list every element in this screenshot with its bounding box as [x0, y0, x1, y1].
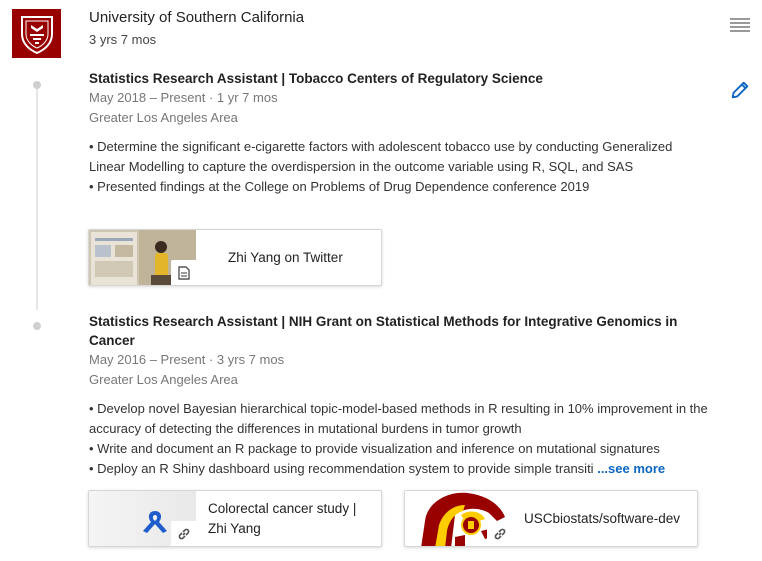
media-thumbnail	[405, 491, 512, 546]
edit-pencil-icon[interactable]	[729, 79, 751, 101]
media-attachment[interactable]: Zhi Yang on Twitter	[88, 229, 382, 286]
media-label: USCbiostats/software-dev	[524, 510, 681, 526]
media-label: Colorectal cancer study | Zhi Yang	[208, 500, 357, 536]
role-location: Greater Los Angeles Area	[89, 372, 238, 387]
media-attachment[interactable]: USCbiostats/software-dev	[404, 490, 698, 547]
description-line-truncated: • Deploy an R Shiny dashboard using reco…	[89, 459, 709, 479]
link-icon	[171, 521, 196, 546]
description-line: • Determine the significant e-cigarette …	[89, 139, 673, 174]
description-line: • Presented findings at the College on P…	[89, 179, 590, 194]
document-icon	[171, 260, 196, 285]
usc-seal-icon	[20, 15, 53, 54]
timeline-dot	[33, 322, 41, 330]
role-dates: May 2018 – Present · 1 yr 7 mos	[89, 90, 278, 105]
reorder-icon[interactable]	[730, 18, 750, 32]
timeline-dot	[33, 81, 41, 89]
role-description: • Determine the significant e-cigarette …	[89, 137, 709, 197]
media-label: Zhi Yang on Twitter	[228, 249, 343, 265]
role-entry: Statistics Research Assistant | Tobacco …	[89, 69, 689, 197]
description-line: • Develop novel Bayesian hierarchical to…	[89, 401, 708, 436]
media-thumbnail	[89, 491, 196, 546]
see-more-link[interactable]: ...see more	[597, 461, 665, 476]
description-line: • Deploy an R Shiny dashboard using reco…	[89, 461, 594, 476]
role-location: Greater Los Angeles Area	[89, 110, 238, 125]
link-icon	[487, 521, 512, 546]
role-entry: Statistics Research Assistant | NIH Gran…	[89, 312, 708, 479]
role-dates: May 2016 – Present · 3 yrs 7 mos	[89, 352, 285, 367]
media-thumbnail	[89, 230, 196, 285]
company-duration: 3 yrs 7 mos	[89, 32, 157, 47]
media-attachment[interactable]: Colorectal cancer study | Zhi Yang	[88, 490, 382, 547]
company-name[interactable]: University of Southern California	[89, 9, 304, 26]
company-logo[interactable]	[12, 9, 61, 58]
description-line: • Write and document an R package to pro…	[89, 441, 660, 456]
role-description: • Develop novel Bayesian hierarchical to…	[89, 399, 709, 479]
role-title: Statistics Research Assistant | NIH Gran…	[89, 314, 678, 348]
timeline-line	[36, 85, 38, 310]
role-title: Statistics Research Assistant | Tobacco …	[89, 71, 543, 86]
